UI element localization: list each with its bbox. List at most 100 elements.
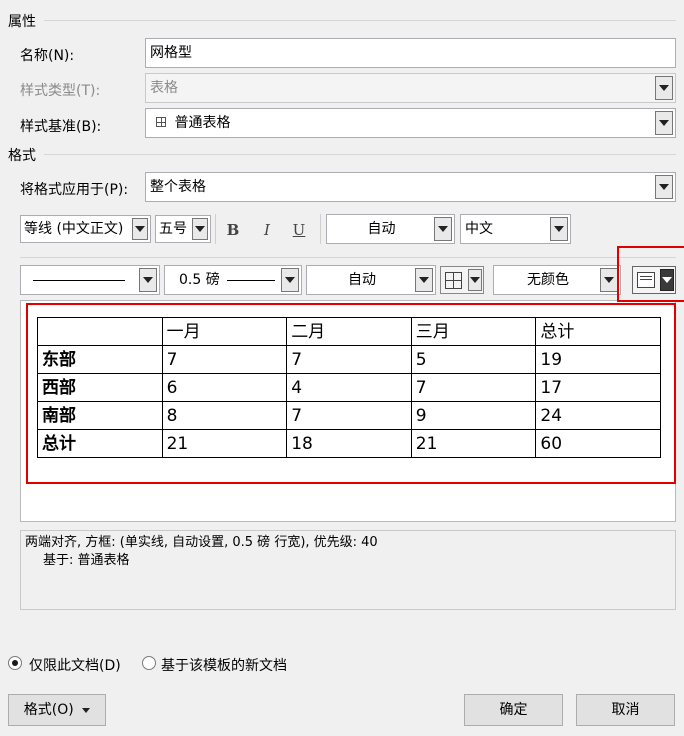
style-based-label: 样式基准(B): — [20, 119, 102, 135]
table-row-header: 总计 — [37, 429, 163, 458]
chevron-down-icon — [659, 120, 669, 126]
font-size-value: 五号 — [159, 221, 187, 237]
style-based-value: 普通表格 — [174, 115, 231, 131]
properties-divider — [44, 20, 676, 21]
table-cell: 19 — [535, 345, 661, 374]
table-row: 一月 二月 三月 总计 — [37, 317, 661, 346]
table-cell: 7 — [286, 401, 412, 430]
table-cell: 8 — [161, 401, 288, 430]
line-width-sample-icon — [227, 280, 275, 281]
font-name-select[interactable]: 等线 (中文正文) — [20, 215, 151, 243]
style-type-label: 样式类型(T): — [20, 83, 101, 99]
font-name-dropdown-button[interactable] — [132, 218, 148, 240]
chevron-down-icon — [438, 226, 448, 232]
shading-select[interactable]: 无颜色 — [493, 265, 621, 295]
only-this-document-radio[interactable] — [8, 656, 22, 670]
borders-button[interactable] — [440, 266, 484, 294]
description-line: 基于: 普通表格 — [43, 553, 130, 568]
format-section-title: 格式 — [8, 148, 36, 164]
table-row: 西部 6 4 7 17 — [37, 373, 661, 402]
cancel-button[interactable]: 取消 — [576, 694, 675, 726]
preview-table: 一月 二月 三月 总计 东部 7 7 5 19 西部 6 4 7 17 南部 8… — [37, 317, 661, 458]
cell-alignment-button[interactable] — [632, 266, 676, 294]
chevron-down-icon — [554, 226, 564, 232]
chevron-down-icon — [662, 277, 672, 283]
new-docs-template-label[interactable]: 基于该模板的新文档 — [161, 655, 287, 675]
font-size-dropdown-button[interactable] — [192, 218, 208, 240]
table-row: 总计 21 18 21 60 — [37, 429, 661, 458]
apply-to-dropdown-button[interactable] — [655, 175, 673, 199]
apply-to-value: 整个表格 — [150, 179, 206, 195]
chevron-down-icon — [143, 277, 153, 283]
format-button-label: 格式(O) — [23, 702, 74, 718]
description-line: 两端对齐, 方框: (单实线, 自动设置, 0.5 磅 行宽), 优先级: 40 — [25, 535, 378, 550]
border-color-value: 自动 — [348, 272, 376, 288]
format-divider — [44, 154, 676, 155]
table-cell: 17 — [535, 373, 661, 402]
table-cell: 18 — [286, 429, 412, 458]
chevron-down-icon — [285, 277, 295, 283]
borders-dropdown-button[interactable] — [468, 269, 482, 291]
apply-to-label: 将格式应用于(P): — [20, 182, 129, 198]
border-color-select[interactable]: 自动 — [306, 265, 436, 295]
name-input[interactable]: 网格型 — [145, 38, 676, 68]
style-type-dropdown-button[interactable] — [655, 76, 673, 100]
font-color-value: 自动 — [367, 221, 396, 237]
bold-button[interactable]: B — [221, 216, 245, 244]
table-header-cell — [37, 317, 163, 346]
font-color-dropdown-button[interactable] — [434, 217, 452, 241]
table-cell: 7 — [286, 345, 412, 374]
font-name-value: 等线 (中文正文) — [24, 221, 124, 237]
table-cell: 5 — [410, 345, 537, 374]
border-width-dropdown-button[interactable] — [281, 268, 299, 292]
underline-button[interactable]: U — [287, 216, 311, 244]
table-cell: 21 — [161, 429, 288, 458]
format-menu-button[interactable]: 格式(O) — [8, 694, 106, 726]
chevron-down-icon — [419, 277, 429, 283]
cell-alignment-dropdown-button[interactable] — [660, 269, 674, 291]
border-width-select[interactable]: 0.5 磅 — [164, 265, 302, 295]
table-preview: 一月 二月 三月 总计 东部 7 7 5 19 西部 6 4 7 17 南部 8… — [20, 300, 676, 522]
style-type-value: 表格 — [150, 80, 178, 96]
table-cell: 7 — [410, 373, 537, 402]
table-header-cell: 三月 — [410, 317, 537, 346]
style-based-select[interactable]: 普通表格 — [145, 108, 676, 138]
table-header-cell: 二月 — [286, 317, 412, 346]
border-style-select[interactable] — [20, 265, 160, 295]
chevron-down-icon — [195, 226, 205, 232]
table-row: 南部 8 7 9 24 — [37, 401, 661, 430]
style-type-select[interactable]: 表格 — [145, 73, 676, 103]
table-cell: 4 — [286, 373, 412, 402]
borders-grid-icon — [445, 272, 462, 289]
ok-button[interactable]: 确定 — [464, 694, 563, 726]
table-header-cell: 总计 — [535, 317, 661, 346]
language-select[interactable]: 中文 — [460, 214, 571, 244]
font-size-select[interactable]: 五号 — [155, 215, 211, 243]
table-cell: 21 — [410, 429, 537, 458]
language-dropdown-button[interactable] — [550, 217, 568, 241]
style-based-dropdown-button[interactable] — [655, 111, 673, 135]
table-grid-icon — [156, 117, 166, 127]
new-docs-template-radio[interactable] — [142, 656, 156, 670]
only-this-document-label[interactable]: 仅限此文档(D) — [29, 655, 121, 675]
properties-section-title: 属性 — [8, 14, 36, 30]
toolbar-separator — [215, 214, 216, 244]
apply-to-select[interactable]: 整个表格 — [145, 172, 676, 202]
name-input-value: 网格型 — [150, 45, 192, 61]
chevron-down-icon — [604, 277, 614, 283]
toolbar-divider — [20, 257, 676, 258]
toolbar-separator — [320, 214, 321, 244]
cell-alignment-icon — [637, 272, 655, 288]
shading-value: 无颜色 — [527, 272, 569, 288]
border-style-dropdown-button[interactable] — [139, 268, 157, 292]
border-width-value: 0.5 磅 — [179, 272, 220, 288]
font-color-select[interactable]: 自动 — [326, 214, 455, 244]
chevron-down-icon — [659, 85, 669, 91]
shading-dropdown-button[interactable] — [600, 268, 618, 292]
table-cell: 9 — [410, 401, 537, 430]
chevron-down-icon — [82, 707, 91, 713]
italic-button[interactable]: I — [255, 216, 279, 244]
border-color-dropdown-button[interactable] — [415, 268, 433, 292]
table-cell: 6 — [161, 373, 288, 402]
table-cell: 7 — [161, 345, 288, 374]
